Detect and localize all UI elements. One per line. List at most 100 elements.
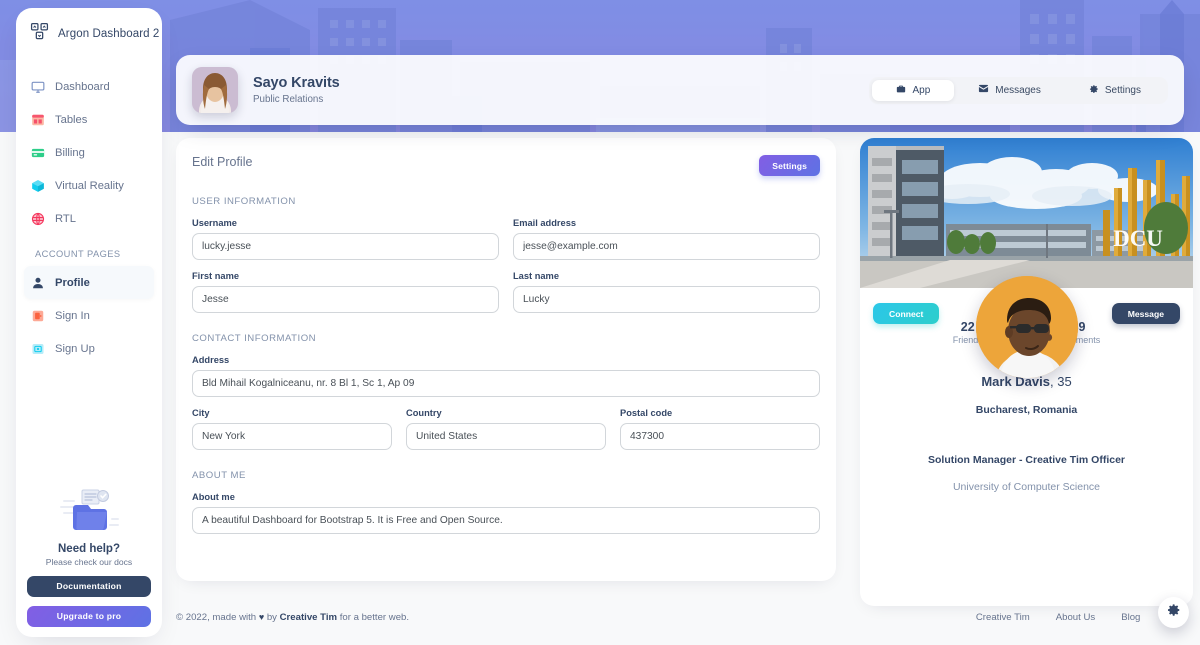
sidebar-item-billing[interactable]: Billing <box>24 136 154 169</box>
side-profile-job: Solution Manager - Creative Tim Officer <box>874 454 1179 466</box>
sidebar-help-card: Need help? Please check our docs Documen… <box>16 479 162 627</box>
email-label: Email address <box>513 218 820 228</box>
field-group-about-me: About me <box>192 492 820 534</box>
sidebar: Argon Dashboard 2 Dashboard <box>16 8 162 637</box>
footer-brand: Creative Tim <box>280 612 337 623</box>
field-group-email: Email address <box>513 218 820 260</box>
footer-by: by <box>264 612 279 623</box>
user-avatar-photo[interactable] <box>192 67 238 113</box>
sign-in-icon <box>31 309 45 323</box>
cover-caption: DCU <box>1113 226 1163 251</box>
sidebar-item-rtl[interactable]: RTL <box>24 202 154 235</box>
sidebar-item-virtual-reality[interactable]: Virtual Reality <box>24 169 154 202</box>
footer-link-about-us[interactable]: About Us <box>1056 612 1095 623</box>
row-city-country-postal: City Country Postal code <box>192 408 820 450</box>
brand-title: Argon Dashboard 2 <box>58 28 159 40</box>
footer-link-blog[interactable]: Blog <box>1121 612 1140 623</box>
mark-davis-avatar[interactable] <box>976 276 1078 378</box>
side-profile-location: Bucharest, Romania <box>874 404 1179 416</box>
field-group-city: City <box>192 408 392 450</box>
city-label: City <box>192 408 392 418</box>
row-about-me: About me <box>192 492 820 534</box>
upgrade-to-pro-button[interactable]: Upgrade to pro <box>27 606 151 627</box>
side-profile-education: University of Computer Science <box>874 481 1179 493</box>
edit-profile-card: Edit Profile Settings USER INFORMATION U… <box>176 138 836 581</box>
country-input[interactable] <box>406 423 606 450</box>
sidebar-item-label: Sign In <box>55 310 90 322</box>
tab-settings[interactable]: Settings <box>1065 80 1165 101</box>
footer-copyright: © 2022, made with ♥ by Creative Tim for … <box>176 612 409 623</box>
field-group-postal-code: Postal code <box>620 408 820 450</box>
sidebar-item-label: Virtual Reality <box>55 180 124 192</box>
field-group-address: Address <box>192 355 820 397</box>
sidebar-item-dashboard[interactable]: Dashboard <box>24 70 154 103</box>
field-group-first-name: First name <box>192 271 499 313</box>
username-input[interactable] <box>192 233 499 260</box>
footer-link-creative-tim[interactable]: Creative Tim <box>976 612 1030 623</box>
tab-label: Messages <box>995 85 1041 96</box>
tab-label: Settings <box>1105 85 1141 96</box>
side-card-info: Mark Davis, 35 Bucharest, Romania Soluti… <box>860 374 1193 493</box>
tab-label: App <box>912 85 930 96</box>
tab-app[interactable]: App <box>872 80 954 101</box>
cube-icon <box>31 179 45 193</box>
field-group-last-name: Last name <box>513 271 820 313</box>
globe-icon <box>31 212 45 226</box>
profile-tabs: App Messages Settings <box>869 77 1168 104</box>
first-name-input[interactable] <box>192 286 499 313</box>
postal-code-label: Postal code <box>620 408 820 418</box>
footer-copyright-prefix: © 2022, made with <box>176 612 259 623</box>
brand[interactable]: Argon Dashboard 2 <box>16 8 162 58</box>
section-contact-information: CONTACT INFORMATION <box>192 333 820 344</box>
username-label: Username <box>192 218 499 228</box>
gear-icon <box>1089 84 1099 97</box>
sidebar-nav: Dashboard Tables <box>16 58 162 365</box>
email-field[interactable] <box>513 233 820 260</box>
address-input[interactable] <box>192 370 820 397</box>
sidebar-item-label: RTL <box>55 213 76 225</box>
app-root: Argon Dashboard 2 Dashboard <box>0 0 1200 645</box>
last-name-input[interactable] <box>513 286 820 313</box>
argon-logo-icon <box>30 22 49 46</box>
sidebar-section-account-pages: ACCOUNT PAGES <box>24 235 154 266</box>
first-name-label: First name <box>192 271 499 281</box>
gear-icon <box>1167 603 1181 622</box>
profile-header-card: Sayo Kravits Public Relations App Messag… <box>176 55 1184 125</box>
side-profile-age: , 35 <box>1050 374 1072 389</box>
section-about-me: ABOUT ME <box>192 470 820 481</box>
sign-up-icon <box>31 342 45 356</box>
sidebar-item-label: Billing <box>55 147 85 159</box>
briefcase-icon <box>896 84 906 97</box>
section-user-information: USER INFORMATION <box>192 196 820 207</box>
sidebar-item-sign-up[interactable]: Sign Up <box>24 332 154 365</box>
field-group-country: Country <box>406 408 606 450</box>
row-first-last-name: First name Last name <box>192 271 820 313</box>
sidebar-item-label: Tables <box>55 114 87 126</box>
user-icon <box>31 276 45 290</box>
edit-profile-title: Edit Profile <box>192 155 252 169</box>
sidebar-item-profile[interactable]: Profile <box>24 266 154 299</box>
city-input[interactable] <box>192 423 392 450</box>
folder-docs-icon <box>27 479 151 537</box>
settings-button[interactable]: Settings <box>759 155 820 176</box>
sidebar-item-sign-in[interactable]: Sign In <box>24 299 154 332</box>
tab-messages[interactable]: Messages <box>954 80 1065 101</box>
field-group-username: Username <box>192 218 499 260</box>
footer: © 2022, made with ♥ by Creative Tim for … <box>176 612 1184 623</box>
settings-fab-button[interactable] <box>1158 597 1189 628</box>
postal-code-input[interactable] <box>620 423 820 450</box>
documentation-button[interactable]: Documentation <box>27 576 151 597</box>
row-address: Address <box>192 355 820 397</box>
about-me-input[interactable] <box>192 507 820 534</box>
footer-suffix: for a better web. <box>337 612 409 623</box>
row-username-email: Username Email address <box>192 218 820 260</box>
about-me-label: About me <box>192 492 820 502</box>
country-label: Country <box>406 408 606 418</box>
address-label: Address <box>192 355 820 365</box>
sidebar-item-tables[interactable]: Tables <box>24 103 154 136</box>
cover-photo: DCU <box>860 138 1193 288</box>
sidebar-item-label: Dashboard <box>55 81 110 93</box>
sidebar-item-label: Profile <box>55 277 90 289</box>
profile-role: Public Relations <box>253 94 340 105</box>
credit-card-icon <box>31 146 45 160</box>
